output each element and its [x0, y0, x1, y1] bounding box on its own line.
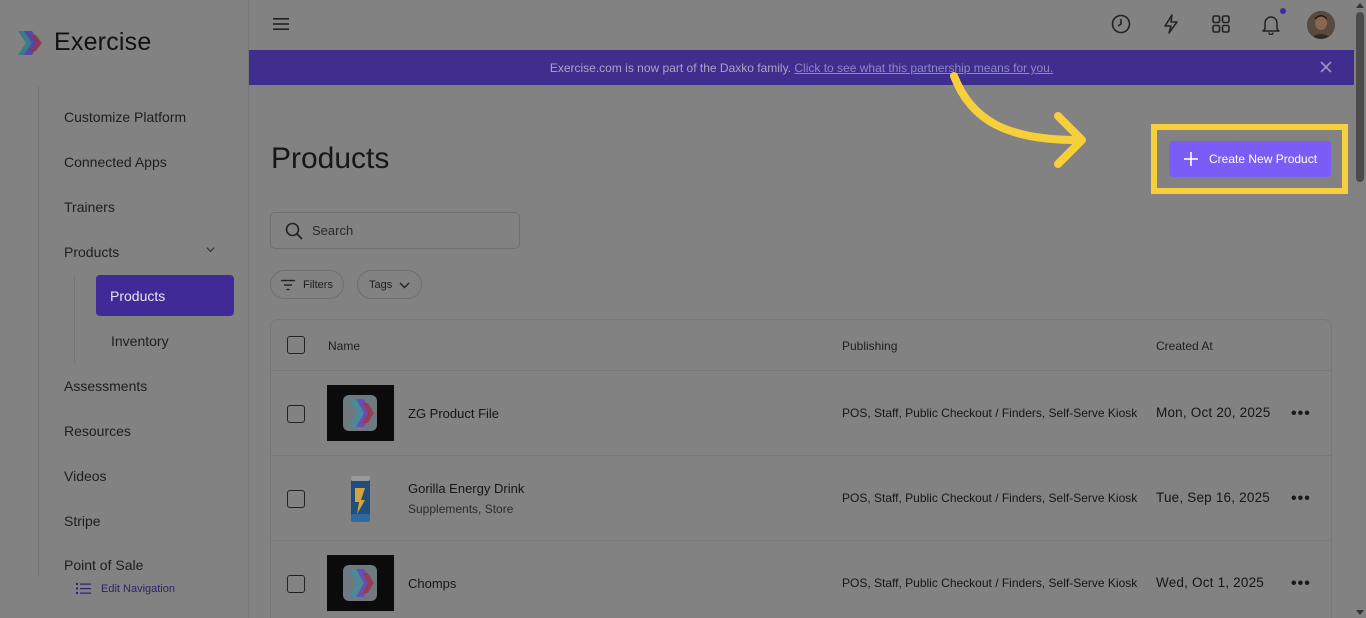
row-checkbox[interactable]	[287, 575, 305, 593]
table-row[interactable]: Gorilla Energy Drink Supplements, Store …	[271, 456, 1331, 541]
product-categories: Supplements, Store	[408, 502, 514, 516]
user-avatar-icon	[1307, 11, 1335, 39]
filters-button[interactable]: Filters	[270, 270, 344, 299]
annotation-arrow-icon	[950, 72, 1086, 168]
menu-icon[interactable]	[273, 16, 289, 32]
product-thumbnail	[327, 555, 394, 611]
row-checkbox[interactable]	[287, 490, 305, 508]
edit-navigation-link[interactable]: Edit Navigation	[76, 582, 175, 595]
top-bar	[249, 0, 1354, 50]
column-header-created-at[interactable]: Created At	[1156, 339, 1213, 353]
column-header-name[interactable]: Name	[328, 339, 360, 353]
list-icon	[76, 583, 91, 594]
table-row[interactable]: ZG Product File POS, Staff, Public Check…	[271, 371, 1331, 456]
scroll-up-icon[interactable]	[1354, 2, 1366, 10]
sidebar-item-stripe[interactable]: Stripe	[64, 513, 101, 529]
page-title: Products	[271, 142, 390, 175]
announcement-banner: Exercise.com is now part of the Daxko fa…	[249, 50, 1354, 85]
products-table: Name Publishing Created At ZG Product Fi…	[270, 319, 1332, 618]
lightning-icon[interactable]	[1160, 13, 1182, 35]
sidebar-item-assessments[interactable]: Assessments	[64, 378, 147, 394]
close-icon[interactable]	[1320, 61, 1332, 73]
bell-icon[interactable]	[1260, 13, 1282, 35]
filter-icon	[281, 279, 295, 290]
table-header: Name Publishing Created At	[271, 320, 1331, 371]
product-name[interactable]: ZG Product File	[408, 406, 499, 421]
search-input[interactable]: Search	[270, 212, 520, 249]
sidebar-item-connected-apps[interactable]: Connected Apps	[64, 154, 167, 170]
energy-drink-can-icon	[351, 476, 370, 522]
sidebar-item-videos[interactable]: Videos	[64, 468, 107, 484]
search-icon	[285, 222, 303, 240]
brand-name: Exercise	[54, 28, 152, 56]
product-created-at: Mon, Oct 20, 2025	[1156, 405, 1271, 420]
edit-navigation-label: Edit Navigation	[101, 582, 175, 595]
product-publishing: POS, Staff, Public Checkout / Finders, S…	[842, 491, 1138, 505]
product-created-at: Tue, Sep 16, 2025	[1156, 490, 1270, 505]
product-logo-icon	[343, 395, 377, 431]
clock-icon[interactable]	[1110, 13, 1132, 35]
product-name[interactable]: Gorilla Energy Drink	[408, 481, 524, 496]
more-options-icon[interactable]: •••	[1291, 405, 1311, 423]
filters-label: Filters	[303, 278, 333, 291]
sub-nav-rail	[74, 275, 75, 363]
create-new-product-label: Create New Product	[1209, 152, 1318, 166]
product-publishing: POS, Staff, Public Checkout / Finders, S…	[842, 406, 1138, 420]
sidebar: Exercise Customize Platform Connected Ap…	[0, 0, 249, 618]
table-row[interactable]: Chomps POS, Staff, Public Checkout / Fin…	[271, 541, 1331, 618]
banner-text: Exercise.com is now part of the Daxko fa…	[549, 61, 792, 75]
logo[interactable]: Exercise	[16, 28, 151, 57]
product-name[interactable]: Chomps	[408, 576, 456, 591]
chevron-down-icon[interactable]	[206, 245, 215, 254]
sidebar-item-resources[interactable]: Resources	[64, 423, 131, 439]
plus-icon	[1184, 152, 1198, 166]
more-options-icon[interactable]: •••	[1291, 490, 1311, 508]
product-publishing: POS, Staff, Public Checkout / Finders, S…	[842, 576, 1138, 590]
scrollbar-thumb[interactable]	[1356, 12, 1364, 182]
row-checkbox[interactable]	[287, 405, 305, 423]
search-placeholder: Search	[312, 223, 354, 238]
product-thumbnail	[327, 470, 394, 526]
sidebar-item-point-of-sale[interactable]: Point of Sale	[64, 557, 143, 573]
product-thumbnail	[327, 385, 394, 441]
exercise-logo-icon	[18, 30, 42, 55]
avatar[interactable]	[1307, 11, 1335, 39]
tags-dropdown[interactable]: Tags	[357, 270, 422, 299]
product-created-at: Wed, Oct 1, 2025	[1156, 575, 1265, 590]
sidebar-item-inventory[interactable]: Inventory	[111, 333, 169, 349]
sidebar-item-customize-platform[interactable]: Customize Platform	[64, 109, 186, 125]
product-logo-icon	[343, 565, 377, 601]
apps-grid-icon[interactable]	[1210, 13, 1232, 35]
scroll-down-icon[interactable]	[1354, 608, 1366, 616]
sidebar-item-products[interactable]: Products	[64, 244, 119, 260]
chevron-down-icon	[399, 282, 410, 288]
sidebar-item-products-active[interactable]: Products	[96, 275, 234, 316]
column-header-publishing[interactable]: Publishing	[842, 339, 897, 353]
more-options-icon[interactable]: •••	[1291, 575, 1311, 593]
sidebar-item-trainers[interactable]: Trainers	[64, 199, 115, 215]
select-all-checkbox[interactable]	[287, 336, 305, 354]
create-new-product-button[interactable]: Create New Product	[1169, 141, 1331, 177]
tags-label: Tags	[369, 278, 393, 291]
scrollbar[interactable]	[1354, 0, 1366, 618]
notification-dot	[1280, 8, 1286, 14]
nav-rail	[38, 86, 39, 576]
